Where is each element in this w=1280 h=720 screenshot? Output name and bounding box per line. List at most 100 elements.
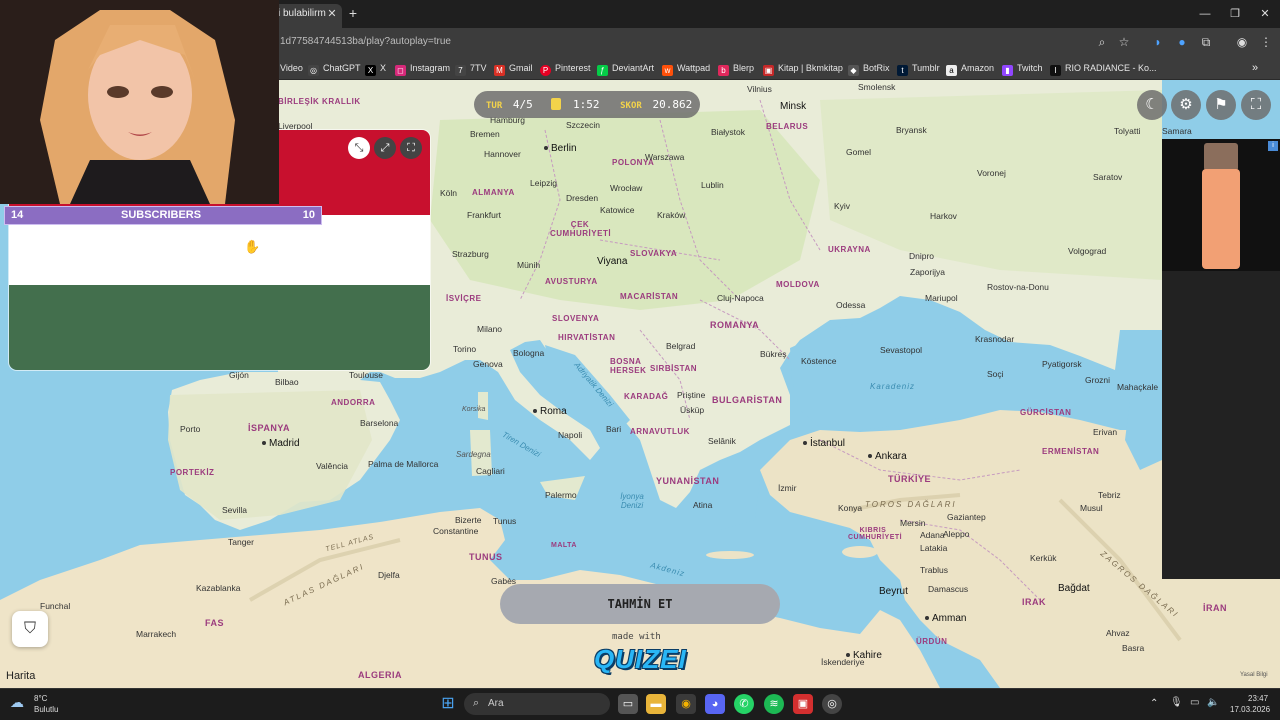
bookmark-video[interactable]: Video xyxy=(280,61,303,75)
city-label: Katowice xyxy=(600,205,635,215)
city-label: Bologna xyxy=(513,348,545,358)
deviantart-icon: ƒ xyxy=(597,65,608,76)
privacy-shield-icon[interactable]: ⛉ xyxy=(12,611,48,647)
microphone-icon[interactable]: 🎙 xyxy=(1170,697,1183,708)
clock-date[interactable]: 17.03.2026 xyxy=(1230,705,1270,714)
volume-icon[interactable]: 🔈 xyxy=(1207,697,1219,708)
country-label: ÜRDÜN xyxy=(916,637,948,646)
discord-icon[interactable]: ◕ xyxy=(705,694,725,714)
new-tab-icon[interactable]: + xyxy=(345,4,361,24)
zoom-icon[interactable]: ⌕ xyxy=(1094,34,1110,50)
taskbar-search[interactable]: Ara xyxy=(464,693,610,715)
extension-icon[interactable]: ◗ xyxy=(1150,34,1166,50)
whatsapp-icon[interactable]: ✆ xyxy=(734,694,754,714)
dark-mode-moon-icon[interactable]: ☾ xyxy=(1137,90,1167,120)
city-label: Genova xyxy=(473,359,503,369)
bookmark-gmail[interactable]: M Gmail xyxy=(494,61,533,76)
city-label: Kerkük xyxy=(1030,553,1057,563)
legal-link[interactable]: Yasal Bilgi xyxy=(1240,672,1268,678)
country-label: GÜRCİSTAN xyxy=(1020,408,1072,417)
country-label: ALGERIA xyxy=(358,670,402,680)
bookmark-7tv[interactable]: 7 7TV xyxy=(455,61,487,76)
island-label: Korsika xyxy=(462,406,486,413)
quizei-logo[interactable]: QUIZEI xyxy=(594,644,687,675)
bookmark-deviantart[interactable]: ƒ DeviantArt xyxy=(597,61,654,76)
country-label: FAS xyxy=(205,618,225,628)
city-label: Djelfa xyxy=(378,570,400,580)
collapse-icon[interactable]: ⤡ xyxy=(348,137,370,159)
city-label: Bizerte xyxy=(455,515,482,525)
bookmark-chatgpt[interactable]: ◎ ChatGPT xyxy=(308,61,361,76)
city-label: Soçi xyxy=(987,369,1004,379)
bookmark-blerp[interactable]: b Blerp xyxy=(718,61,754,76)
more-bookmarks-icon[interactable]: » xyxy=(1252,61,1258,75)
country-label: ERMENİSTAN xyxy=(1042,447,1100,456)
country-label: SLOVENYA xyxy=(552,314,600,323)
country-label: AVUSTURYA xyxy=(545,277,598,286)
maximize-panel-icon[interactable]: ⛶ xyxy=(400,137,422,159)
tray-chevron-icon[interactable]: ⌃ xyxy=(1150,698,1158,709)
ad-info-icon[interactable]: i xyxy=(1268,141,1278,151)
city-label: Tunus xyxy=(493,516,517,526)
country-label: TÜRKİYE xyxy=(888,474,932,484)
city-label: Köln xyxy=(440,188,458,198)
extension-icon[interactable]: ● xyxy=(1174,34,1190,50)
bookmark-amazon[interactable]: a Amazon xyxy=(946,61,994,76)
bookmark-twitch[interactable]: ▮ Twitch xyxy=(1002,61,1043,76)
country-label: UKRAYNA xyxy=(828,245,871,254)
country-label: ALMANYA xyxy=(472,188,515,197)
obs-icon[interactable]: ◎ xyxy=(822,694,842,714)
bookmark-rio[interactable]: I RIO RADIANCE - Ko... xyxy=(1050,61,1157,76)
city-label: Lublin xyxy=(701,180,724,190)
bookmark-star-icon[interactable]: ☆ xyxy=(1116,34,1132,50)
bookmark-tumblr[interactable]: t Tumblr xyxy=(897,61,940,76)
city-label: Toulouse xyxy=(349,370,384,380)
round-label: TUR xyxy=(486,101,503,111)
subscriber-count-right: 10 xyxy=(302,209,315,221)
url-field[interactable]: 1d77584744513ba/play?autoplay=true xyxy=(280,34,451,50)
sea-label: Karadeniz xyxy=(870,382,916,391)
country-label: SLOVAKYA xyxy=(630,249,678,258)
extensions-puzzle-icon[interactable]: ⧉ xyxy=(1198,34,1214,50)
minimize-icon[interactable]: — xyxy=(1190,4,1220,24)
fullscreen-icon[interactable]: ⛶ xyxy=(1241,90,1271,120)
city-label: Cagliari xyxy=(476,466,505,476)
city-label: Bükreş xyxy=(760,349,787,359)
maximize-icon[interactable]: ❐ xyxy=(1220,4,1250,24)
city-label: Voronej xyxy=(977,168,1006,178)
city-label: Tebriz xyxy=(1098,490,1121,500)
chrome-icon[interactable]: ◉ xyxy=(676,694,696,714)
city-label: Warszawa xyxy=(645,152,685,162)
file-explorer-icon[interactable]: ▬ xyxy=(646,694,666,714)
city-label: Szczecin xyxy=(566,120,601,130)
bookmark-bkmkitap[interactable]: ▣ Kitap | Bkmkitap xyxy=(763,61,843,76)
city-label: Strazburg xyxy=(452,249,489,259)
windows-start-icon[interactable]: ⊞ xyxy=(438,694,458,714)
bookmark-botrix[interactable]: ◆ BotRix xyxy=(848,61,890,76)
settings-gear-icon[interactable]: ⚙ xyxy=(1171,90,1201,120)
advertisement[interactable]: i xyxy=(1162,139,1280,579)
gmail-icon: M xyxy=(494,65,505,76)
network-icon[interactable]: ▭ xyxy=(1190,697,1199,708)
profile-avatar-icon[interactable]: ◉ xyxy=(1234,34,1250,50)
guess-button[interactable]: TAHMİN ET xyxy=(500,584,780,624)
bookmark-wattpad[interactable]: w Wattpad xyxy=(662,61,710,76)
clock-time[interactable]: 23:47 xyxy=(1248,694,1268,703)
bookmark-pinterest[interactable]: P Pinterest xyxy=(540,61,591,76)
app-icon[interactable]: ▣ xyxy=(793,694,813,714)
city-label: Gijón xyxy=(229,370,249,380)
bookmark-x[interactable]: XX xyxy=(365,61,386,76)
expand-icon[interactable]: ⤢ xyxy=(374,137,396,159)
made-with-label: made with xyxy=(612,632,661,642)
weather-cloud-icon[interactable]: ☁ xyxy=(10,694,30,712)
report-flag-icon[interactable]: ⚑ xyxy=(1206,90,1236,120)
city-label: Erivan xyxy=(1093,427,1118,437)
bookmark-instagram[interactable]: ◻ Instagram xyxy=(395,61,450,76)
menu-kebab-icon[interactable]: ⋮ xyxy=(1258,34,1274,50)
city-label: Wrocław xyxy=(610,183,643,193)
country-label: MOLDOVA xyxy=(776,280,820,289)
task-view-icon[interactable]: ▭ xyxy=(618,694,638,714)
spotify-icon[interactable]: ≋ xyxy=(764,694,784,714)
close-window-icon[interactable]: ✕ xyxy=(1250,4,1280,24)
close-tab-icon[interactable]: ✕ xyxy=(325,4,339,24)
